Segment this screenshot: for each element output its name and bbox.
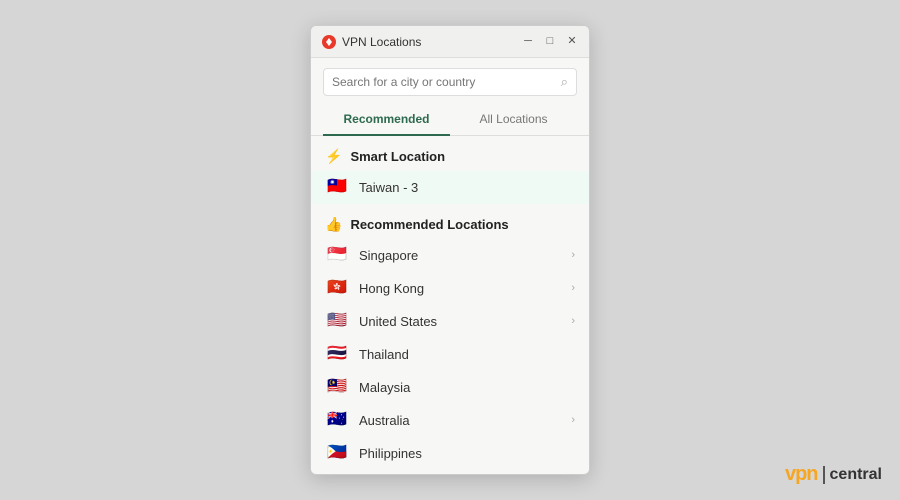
list-item[interactable]: 🇺🇸 United States › — [311, 305, 589, 338]
list-item[interactable]: 🇹🇭 Thailand — [311, 338, 589, 371]
minimize-button[interactable]: ─ — [521, 35, 535, 49]
title-bar: VPN Locations ─ □ ✕ — [311, 26, 589, 58]
search-area: ⌕ — [311, 58, 589, 104]
chevron-right-icon: › — [571, 315, 575, 327]
tab-all-locations[interactable]: All Locations — [450, 104, 577, 136]
tab-recommended[interactable]: Recommended — [323, 104, 450, 136]
vpn-window: VPN Locations ─ □ ✕ ⌕ Recommended All Lo… — [310, 25, 590, 475]
search-input[interactable] — [332, 75, 555, 89]
window-controls: ─ □ ✕ — [521, 35, 579, 49]
watermark: vpn central — [785, 463, 882, 486]
search-icon: ⌕ — [561, 74, 568, 90]
flag-hong-kong: 🇭🇰 — [325, 280, 349, 296]
list-item[interactable]: 🇦🇺 Australia › — [311, 404, 589, 437]
maximize-button[interactable]: □ — [543, 35, 557, 49]
list-item[interactable]: 🇵🇭 Philippines — [311, 437, 589, 470]
chevron-right-icon: › — [571, 414, 575, 426]
tab-bar: Recommended All Locations — [311, 104, 589, 136]
recommended-locations-heading: 👍 Recommended Locations — [311, 204, 589, 239]
list-item[interactable]: 🇲🇾 Malaysia — [311, 371, 589, 404]
list-item[interactable]: 🇭🇰 Hong Kong › — [311, 272, 589, 305]
watermark-separator — [823, 466, 825, 484]
close-button[interactable]: ✕ — [565, 35, 579, 49]
location-list: ⚡ Smart Location 🇹🇼 Taiwan - 3 👍 Recomme… — [311, 136, 589, 474]
list-item[interactable]: 🇹🇼 Taiwan - 3 — [311, 171, 589, 204]
window-title: VPN Locations — [342, 35, 421, 49]
watermark-central: central — [830, 466, 882, 484]
vpn-logo-icon — [321, 34, 337, 50]
flag-taiwan: 🇹🇼 — [325, 179, 349, 195]
flag-thailand: 🇹🇭 — [325, 346, 349, 362]
title-bar-logo: VPN Locations — [321, 34, 521, 50]
watermark-vpn: vpn — [785, 463, 818, 486]
flag-malaysia: 🇲🇾 — [325, 379, 349, 395]
smart-location-heading: ⚡ Smart Location — [311, 136, 589, 171]
thumbs-up-icon: 👍 — [325, 216, 342, 233]
flag-singapore: 🇸🇬 — [325, 247, 349, 263]
flag-philippines: 🇵🇭 — [325, 445, 349, 461]
flag-us: 🇺🇸 — [325, 313, 349, 329]
list-item[interactable]: 🇸🇬 Singapore › — [311, 239, 589, 272]
chevron-right-icon: › — [571, 282, 575, 294]
search-box: ⌕ — [323, 68, 577, 96]
chevron-right-icon: › — [571, 249, 575, 261]
flag-australia: 🇦🇺 — [325, 412, 349, 428]
smart-location-icon: ⚡ — [325, 148, 342, 165]
